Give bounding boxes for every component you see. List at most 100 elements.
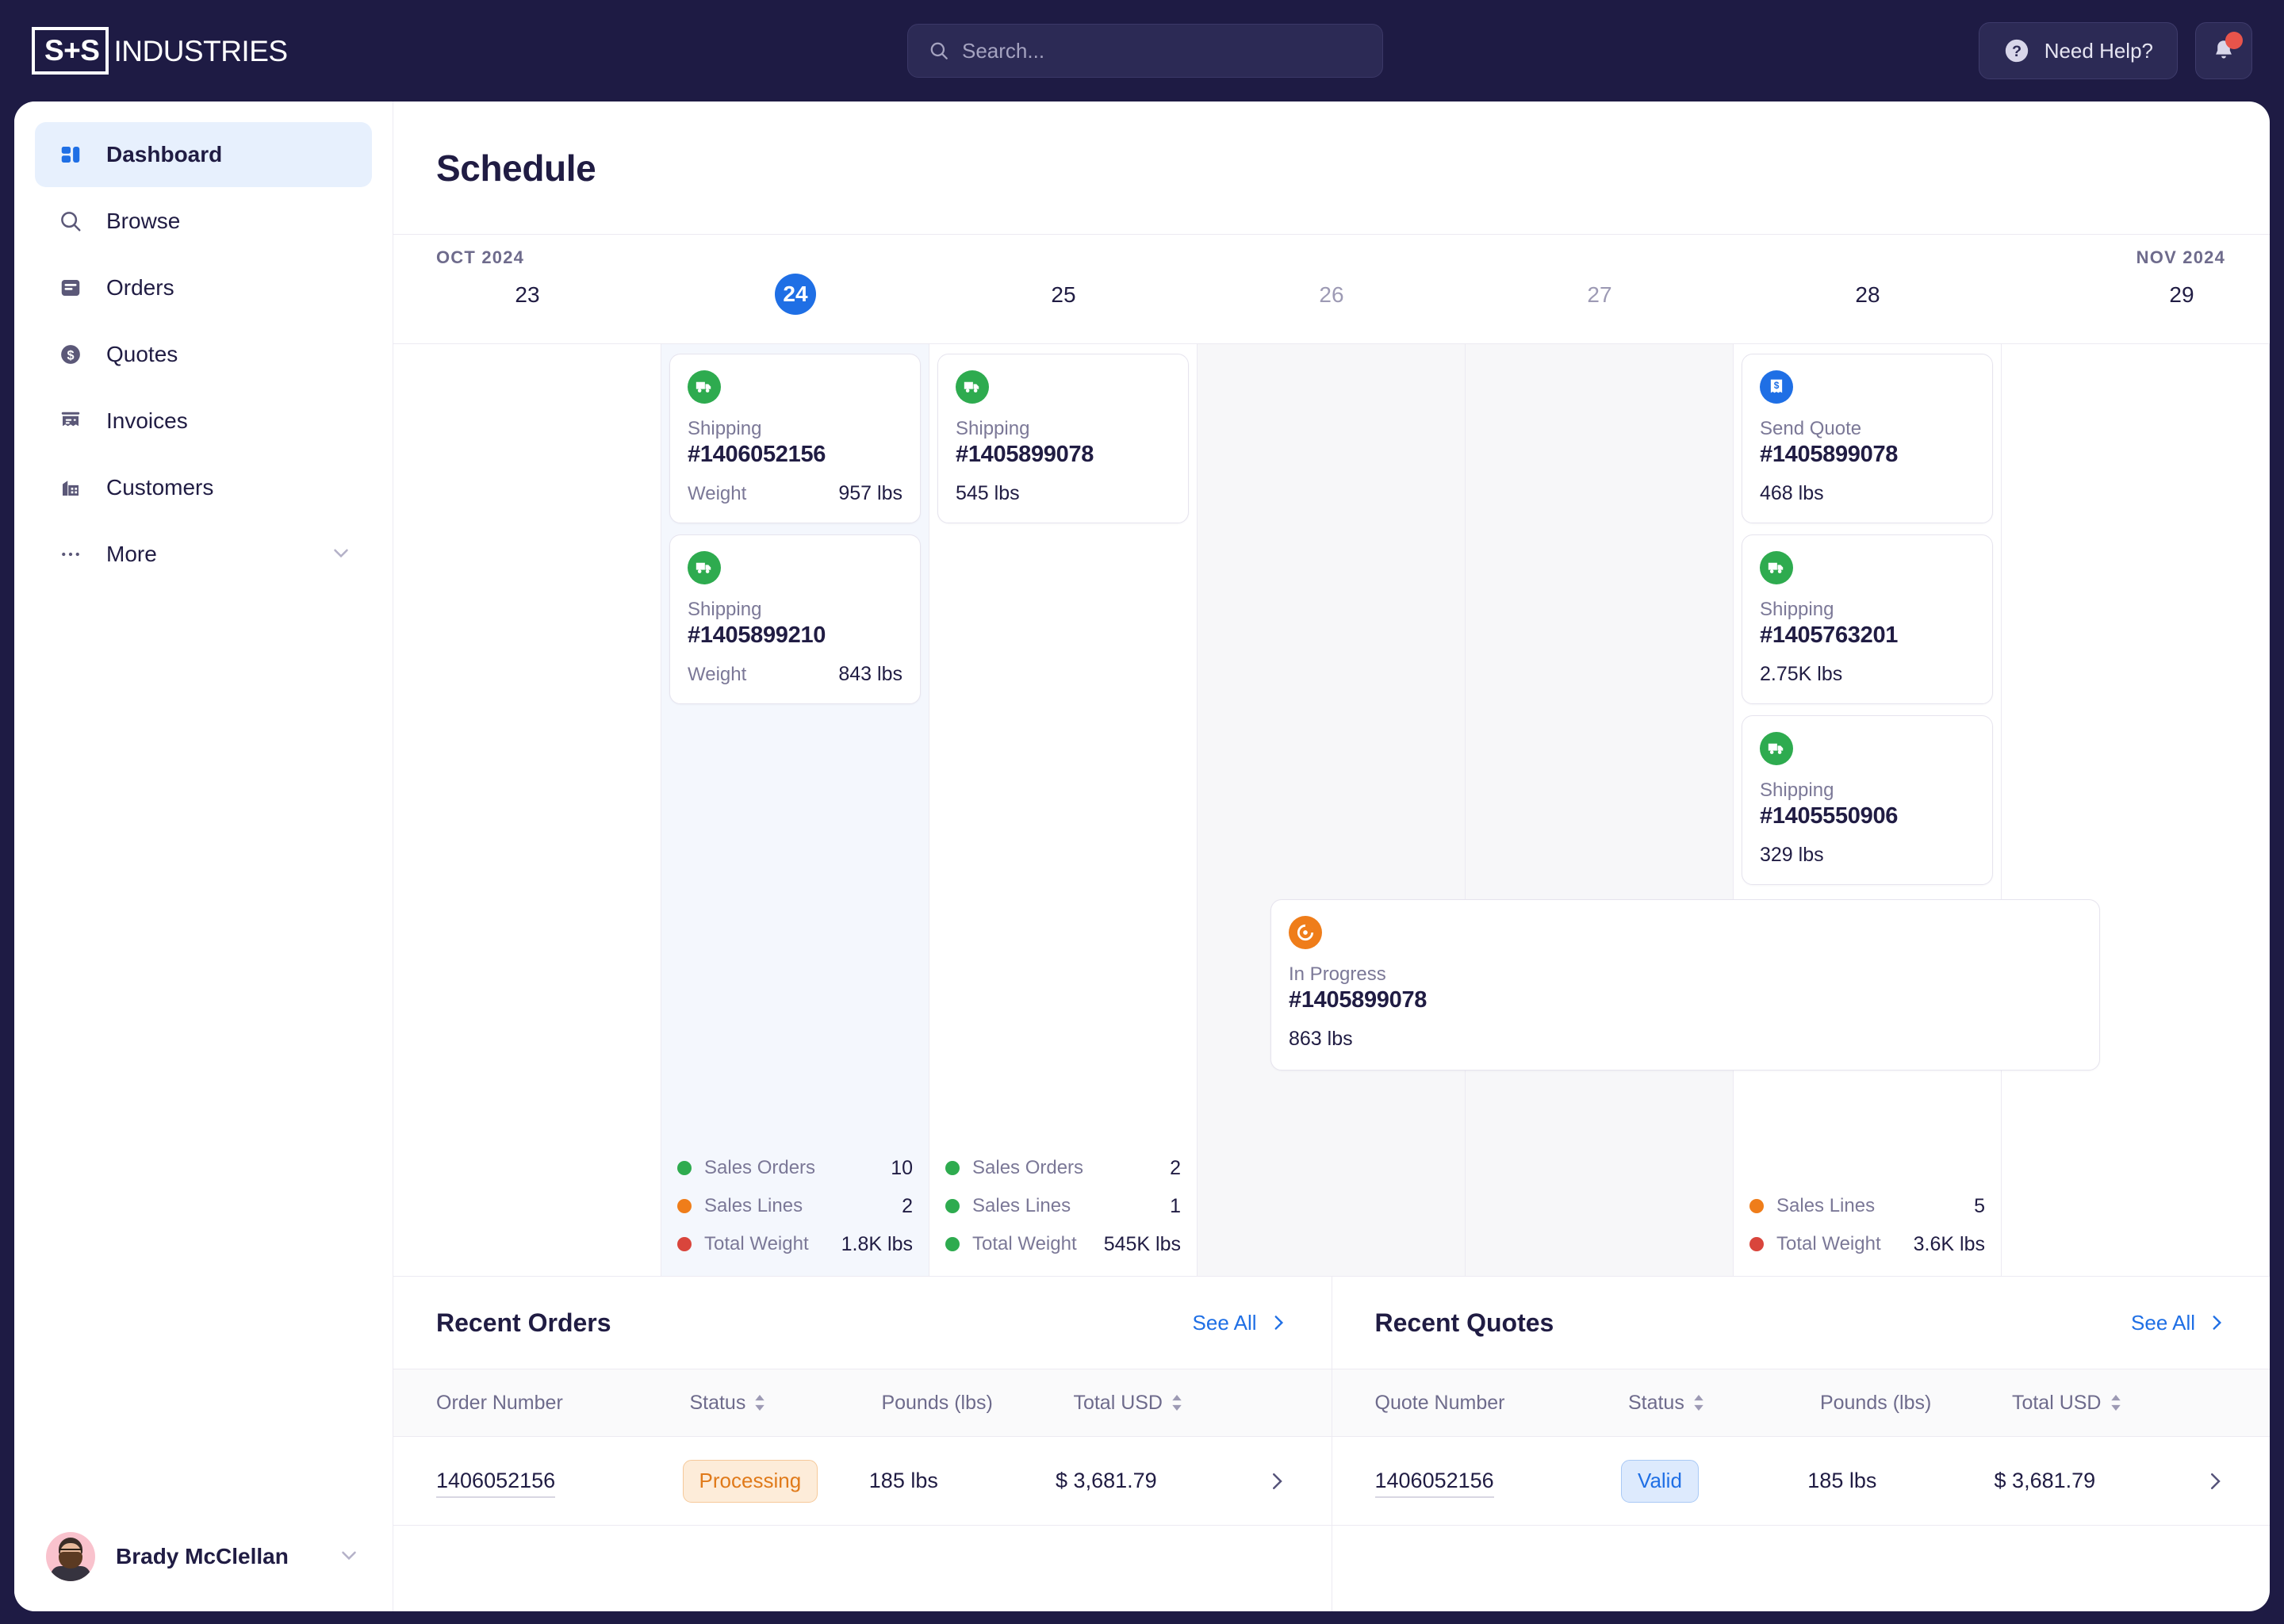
need-help-button[interactable]: ? Need Help? bbox=[1979, 22, 2178, 79]
event-type: Shipping bbox=[688, 599, 902, 621]
sidebar-item-customers[interactable]: Customers bbox=[35, 455, 372, 520]
column-header-pounds: Pounds (lbs) bbox=[881, 1392, 1073, 1415]
ellipsis-icon bbox=[54, 542, 87, 566]
event-type: Shipping bbox=[688, 418, 902, 440]
quotes-see-all-link[interactable]: See All bbox=[2131, 1311, 2227, 1335]
order-number-link[interactable]: 1406052156 bbox=[436, 1469, 555, 1498]
summary-line: Sales Lines 2 bbox=[677, 1187, 913, 1225]
page-header: Schedule bbox=[393, 102, 2270, 235]
day-summary-25: Sales Orders 2 Sales Lines 1 Total Weigh… bbox=[945, 1149, 1181, 1263]
table-row[interactable]: 1406052156 Processing 185 lbs $ 3,681.79 bbox=[393, 1437, 1332, 1526]
event-footer: 863 lbs bbox=[1289, 1028, 2082, 1051]
calendar-column-28: $ Send Quote #1405899078 468 lbs Shippin… bbox=[1734, 344, 2002, 1276]
table-row[interactable]: 1406052156 Valid 185 lbs $ 3,681.79 bbox=[1332, 1437, 2271, 1526]
column-header-status[interactable]: Status bbox=[689, 1392, 881, 1415]
status-badge: Processing bbox=[683, 1460, 818, 1503]
schedule-event-card[interactable]: Shipping #1405899078 545 lbs bbox=[937, 354, 1189, 523]
calendar-day-26[interactable]: 26 bbox=[1198, 284, 1466, 343]
sidebar-item-label: Browse bbox=[106, 209, 180, 234]
status-dot-icon bbox=[677, 1237, 692, 1251]
event-number: #1405899078 bbox=[956, 442, 1171, 468]
quote-number-link[interactable]: 1406052156 bbox=[1375, 1469, 1494, 1498]
summary-value: 10 bbox=[891, 1157, 913, 1180]
column-header-total-usd[interactable]: Total USD bbox=[2012, 1392, 2227, 1415]
chevron-down-icon[interactable] bbox=[337, 1543, 361, 1571]
sidebar-item-label: Quotes bbox=[106, 342, 178, 367]
calendar-day-24[interactable]: 24 bbox=[661, 284, 929, 343]
search-container[interactable]: Search... bbox=[907, 24, 1383, 78]
truck-icon bbox=[688, 551, 721, 584]
summary-line: Sales Orders 2 bbox=[945, 1149, 1181, 1187]
schedule-event-card[interactable]: $ Send Quote #1405899078 468 lbs bbox=[1742, 354, 1993, 523]
notifications-button[interactable] bbox=[2195, 22, 2252, 79]
summary-label: Total Weight bbox=[704, 1233, 809, 1255]
event-weight-value: 863 lbs bbox=[1289, 1028, 1353, 1051]
chevron-right-icon bbox=[2203, 1469, 2227, 1493]
order-row-chevron[interactable] bbox=[1265, 1469, 1289, 1493]
calendar-day-28[interactable]: 28 bbox=[1734, 284, 2002, 343]
main-content: Schedule OCT 2024 NOV 2024 23 24 25 26 2… bbox=[393, 102, 2270, 1611]
quote-number-cell[interactable]: 1406052156 bbox=[1375, 1469, 1622, 1493]
event-footer: Weight 843 lbs bbox=[688, 663, 902, 686]
event-footer: 468 lbs bbox=[1760, 482, 1975, 505]
calendar-day-25[interactable]: 25 bbox=[929, 284, 1198, 343]
brand-logo[interactable]: S+S INDUSTRIES bbox=[32, 27, 288, 75]
quote-row-chevron[interactable] bbox=[2203, 1469, 2227, 1493]
sidebar-nav: Dashboard Browse Order bbox=[14, 102, 393, 588]
search-icon bbox=[929, 40, 949, 61]
summary-value: 3.6K lbs bbox=[1914, 1233, 1985, 1256]
top-bar-actions: ? Need Help? bbox=[1979, 22, 2252, 79]
order-status-cell: Processing bbox=[683, 1460, 869, 1503]
sidebar-item-more[interactable]: More bbox=[35, 522, 372, 587]
summary-line: Total Weight 3.6K lbs bbox=[1749, 1225, 1985, 1263]
calendar-day-23[interactable]: 23 bbox=[393, 284, 661, 343]
chevron-down-icon bbox=[329, 541, 353, 569]
column-header-total-usd[interactable]: Total USD bbox=[1073, 1392, 1288, 1415]
event-type: Shipping bbox=[956, 418, 1171, 440]
bottom-panels: Recent Orders See All Order Number Statu… bbox=[393, 1277, 2270, 1611]
sidebar-item-label: Customers bbox=[106, 475, 213, 500]
calendar-day-29[interactable]: 29 bbox=[2002, 284, 2270, 343]
column-header-order-number: Order Number bbox=[436, 1392, 689, 1415]
sidebar-item-quotes[interactable]: $ Quotes bbox=[35, 322, 372, 387]
sidebar-item-invoices[interactable]: Invoices bbox=[35, 389, 372, 454]
schedule-event-card[interactable]: Shipping #1405763201 2.75K lbs bbox=[1742, 534, 1993, 704]
event-weight-value: 545 lbs bbox=[956, 482, 1020, 505]
sort-icon bbox=[1171, 1395, 1183, 1411]
summary-label: Sales Orders bbox=[704, 1157, 815, 1179]
column-header-pounds: Pounds (lbs) bbox=[1820, 1392, 2012, 1415]
truck-icon bbox=[1760, 732, 1793, 765]
recent-quotes-header: Recent Quotes See All bbox=[1332, 1277, 2271, 1369]
invoice-icon bbox=[54, 409, 87, 433]
day-number: 27 bbox=[1587, 284, 1611, 343]
dashboard-icon bbox=[54, 143, 87, 167]
svg-text:$: $ bbox=[1774, 380, 1780, 391]
schedule-event-card[interactable]: Shipping #1405550906 329 lbs bbox=[1742, 715, 1993, 885]
status-dot-icon bbox=[945, 1199, 960, 1213]
event-type: Send Quote bbox=[1760, 418, 1975, 440]
schedule-event-card[interactable]: Shipping #1406052156 Weight 957 lbs bbox=[669, 354, 921, 523]
day-number: 29 bbox=[2169, 284, 2194, 343]
calendar-day-27[interactable]: 27 bbox=[1466, 284, 1734, 343]
day-number: 28 bbox=[1855, 284, 1880, 343]
schedule-event-card-in-progress[interactable]: In Progress #1405899078 863 lbs bbox=[1270, 899, 2100, 1071]
sidebar-item-browse[interactable]: Browse bbox=[35, 189, 372, 254]
truck-icon bbox=[956, 370, 989, 404]
summary-label: Sales Orders bbox=[972, 1157, 1083, 1179]
orders-see-all-link[interactable]: See All bbox=[1193, 1311, 1289, 1335]
sidebar-item-dashboard[interactable]: Dashboard bbox=[35, 122, 372, 187]
day-number-today: 24 bbox=[775, 274, 816, 315]
summary-label: Total Weight bbox=[1776, 1233, 1881, 1255]
calendar-column-23 bbox=[393, 344, 661, 1276]
sidebar-item-label: More bbox=[106, 542, 157, 567]
user-profile[interactable]: Brady McClellan bbox=[14, 1510, 393, 1611]
quotes-table-header: Quote Number Status Pounds (lbs) Total U… bbox=[1332, 1369, 2271, 1437]
summary-value: 5 bbox=[1974, 1195, 1985, 1218]
sidebar-item-orders[interactable]: Orders bbox=[35, 255, 372, 320]
column-header-status[interactable]: Status bbox=[1628, 1392, 1820, 1415]
event-footer: 329 lbs bbox=[1760, 844, 1975, 867]
schedule-event-card[interactable]: Shipping #1405899210 Weight 843 lbs bbox=[669, 534, 921, 704]
sort-icon bbox=[2110, 1395, 2122, 1411]
search-input[interactable]: Search... bbox=[907, 24, 1383, 78]
order-number-cell[interactable]: 1406052156 bbox=[436, 1469, 683, 1493]
